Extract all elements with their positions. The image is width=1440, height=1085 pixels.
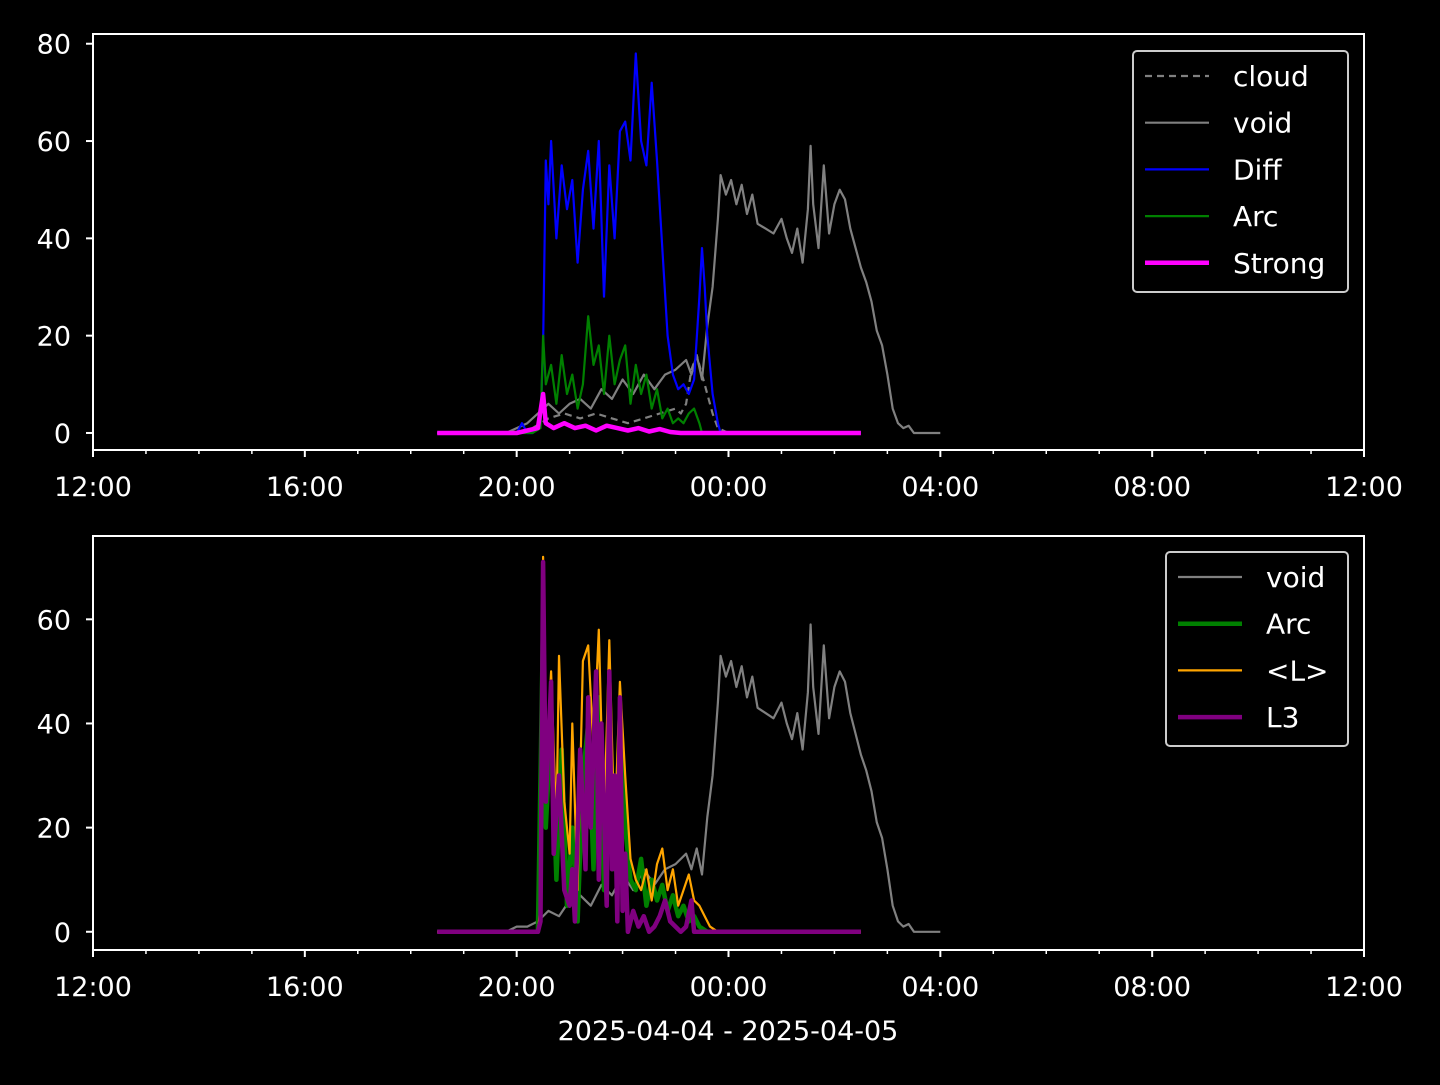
x-tick-label: 20:00 <box>478 972 556 1003</box>
x-tick-label: 16:00 <box>266 472 344 503</box>
x-tick-label: 04:00 <box>901 472 979 503</box>
x-tick-label: 12:00 <box>54 972 132 1003</box>
x-tick-label: 16:00 <box>266 972 344 1003</box>
y-tick-label: 0 <box>54 419 71 450</box>
x-tick-label: 12:00 <box>1325 472 1403 503</box>
legend-label: <L> <box>1266 654 1329 687</box>
legend-label: Arc <box>1266 608 1311 641</box>
x-tick-label: 00:00 <box>690 472 768 503</box>
chart-figure: 0 20 40 60 80 12:00 16:00 20:00 00:00 04:00 08:00 1… <box>0 0 1440 1080</box>
y-tick-label: 20 <box>37 814 71 845</box>
y-tick-label: 60 <box>37 127 71 158</box>
legend-label: Strong <box>1233 247 1325 280</box>
y-tick-label: 60 <box>37 605 71 636</box>
y-tick-label: 0 <box>54 918 71 949</box>
x-tick-label: 12:00 <box>54 472 132 503</box>
legend-label: Diff <box>1233 153 1282 186</box>
legend: cloud void Diff Arc Strong <box>1132 50 1349 293</box>
y-tick-label: 20 <box>37 322 71 353</box>
legend-label: L3 <box>1266 701 1299 734</box>
y-tick-label: 40 <box>37 709 71 740</box>
legend-label: void <box>1266 561 1325 594</box>
y-tick-label: 80 <box>37 30 71 61</box>
legend-label: void <box>1233 107 1292 140</box>
legend-label: Arc <box>1233 200 1278 233</box>
x-tick-label: 08:00 <box>1113 472 1191 503</box>
x-tick-label: 08:00 <box>1113 972 1191 1003</box>
x-axis-label: 2025-04-04 - 2025-04-05 <box>558 1016 899 1047</box>
x-tick-label: 04:00 <box>901 972 979 1003</box>
x-tick-label: 12:00 <box>1325 972 1403 1003</box>
x-tick-label: 20:00 <box>478 472 556 503</box>
x-tick-label: 00:00 <box>690 972 768 1003</box>
y-tick-label: 40 <box>37 224 71 255</box>
legend: void Arc <L> L3 <box>1165 551 1349 747</box>
legend-label: cloud <box>1233 60 1309 93</box>
chart-canvas: 0 20 40 60 80 12:00 16:00 20:00 00:00 04:00 08:00 1… <box>0 0 1440 1080</box>
